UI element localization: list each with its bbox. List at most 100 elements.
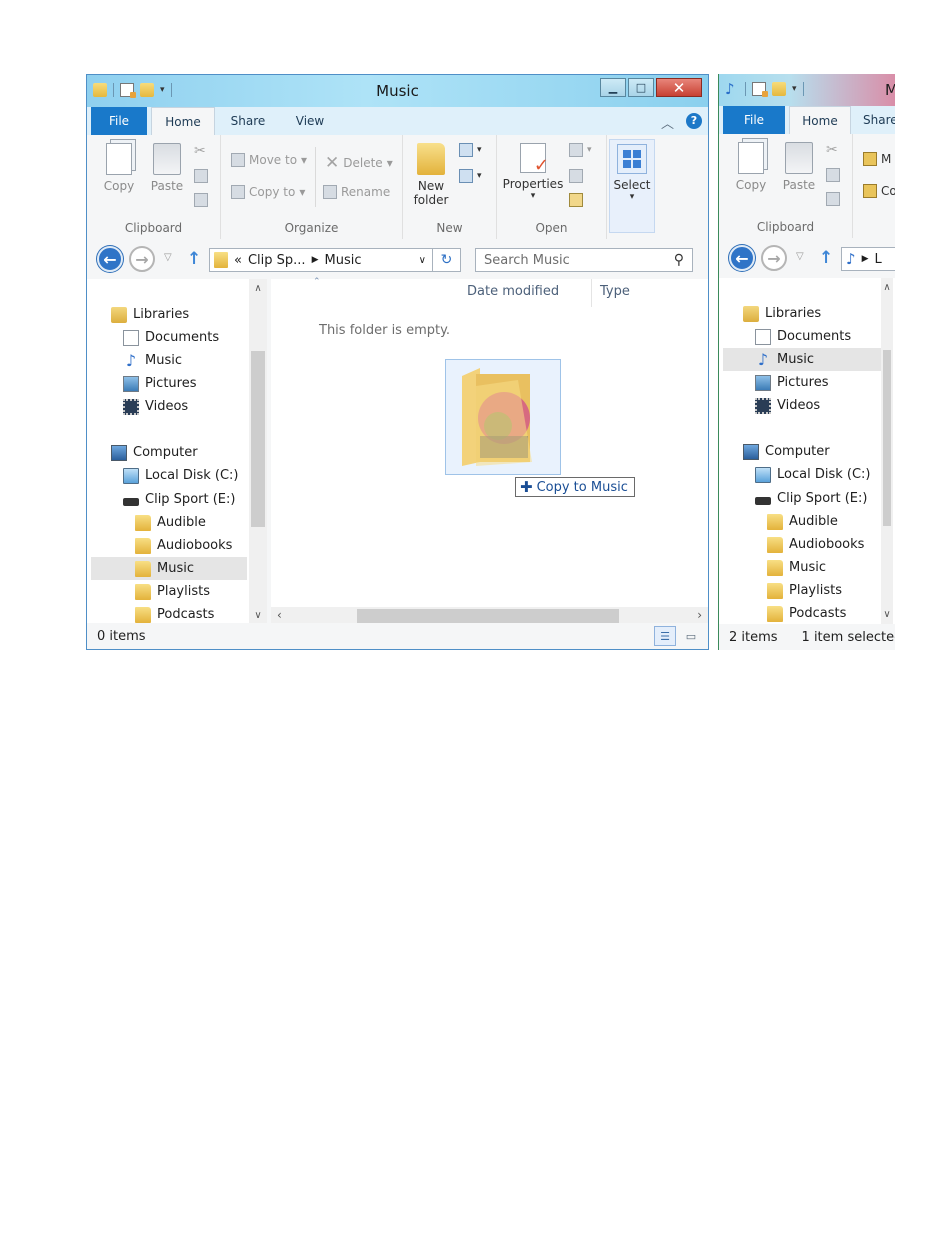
nav-item-clip-sport[interactable]: Clip Sport (E:): [755, 487, 867, 510]
new-folder-icon[interactable]: [772, 82, 786, 96]
details-view-button[interactable]: ☰: [654, 626, 676, 646]
address-bar[interactable]: ♪ ▶ L: [841, 247, 895, 271]
tab-share[interactable]: Share: [863, 106, 895, 134]
minimize-button[interactable]: ▁: [600, 78, 626, 97]
large-icons-view-button[interactable]: ▭: [680, 626, 702, 646]
customize-toolbar-dropdown-icon[interactable]: ▾: [792, 84, 797, 94]
nav-item-audible[interactable]: Audible: [767, 510, 838, 533]
select-button[interactable]: Select ▾: [609, 139, 655, 233]
open-button[interactable]: ▾: [569, 143, 592, 157]
properties-icon[interactable]: [752, 82, 768, 97]
tab-file[interactable]: File: [91, 107, 147, 135]
tab-home[interactable]: Home: [151, 107, 215, 135]
up-arrow-icon[interactable]: ↑: [187, 249, 201, 269]
tab-share[interactable]: Share: [223, 107, 273, 135]
scrollbar-thumb[interactable]: [883, 350, 891, 526]
nav-item-libraries[interactable]: Libraries: [111, 303, 189, 326]
scroll-up-icon[interactable]: ∧: [881, 282, 893, 293]
history-button[interactable]: [569, 193, 583, 207]
paste-shortcut-button[interactable]: [826, 192, 840, 206]
scroll-down-icon[interactable]: ∨: [249, 610, 267, 621]
tab-file[interactable]: File: [723, 106, 785, 134]
scroll-left-icon[interactable]: ‹: [277, 608, 282, 622]
move-to-button[interactable]: M: [863, 152, 891, 166]
breadcrumb-libraries[interactable]: L: [875, 252, 882, 267]
easy-access-button[interactable]: ▾: [459, 169, 482, 183]
rename-button[interactable]: Rename: [323, 185, 390, 199]
back-button[interactable]: ←: [729, 245, 755, 271]
column-header-type[interactable]: Type: [600, 284, 630, 299]
address-bar[interactable]: « Clip Sp... ▶ Music ∨: [209, 248, 433, 272]
nav-item-computer[interactable]: Computer: [111, 441, 198, 464]
forward-button[interactable]: →: [129, 246, 155, 272]
scroll-down-icon[interactable]: ∨: [881, 609, 893, 620]
address-dropdown-icon[interactable]: ∨: [419, 255, 426, 266]
nav-item-playlists[interactable]: Playlists: [135, 580, 210, 603]
cut-button[interactable]: ✂: [194, 143, 206, 159]
copy-path-button[interactable]: [826, 168, 840, 182]
nav-item-documents[interactable]: Documents: [123, 326, 219, 349]
copy-to-button[interactable]: Copy to ▾: [231, 185, 305, 199]
nav-item-computer[interactable]: Computer: [743, 440, 830, 463]
copy-path-button[interactable]: [194, 169, 208, 183]
scrollbar-thumb[interactable]: [251, 351, 265, 527]
copy-button[interactable]: Copy: [733, 142, 769, 192]
close-button[interactable]: ✕: [656, 78, 702, 97]
nav-item-pictures[interactable]: Pictures: [123, 372, 196, 395]
move-to-button[interactable]: Move to ▾: [231, 153, 307, 167]
nav-scrollbar[interactable]: ∧ ∨: [249, 279, 267, 625]
nav-item-podcasts[interactable]: Podcasts: [767, 602, 846, 625]
column-divider[interactable]: [591, 279, 592, 307]
tab-home[interactable]: Home: [789, 106, 851, 134]
breadcrumb-clip-sport[interactable]: Clip Sp...: [248, 253, 306, 268]
paste-button[interactable]: Paste: [779, 142, 819, 192]
new-folder-button[interactable]: New folder: [409, 143, 453, 207]
paste-shortcut-button[interactable]: [194, 193, 208, 207]
nav-item-playlists[interactable]: Playlists: [767, 579, 842, 602]
file-list[interactable]: ⌃ Date modified Type This folder is empt…: [271, 277, 708, 625]
nav-item-audiobooks[interactable]: Audiobooks: [135, 534, 232, 557]
forward-button[interactable]: →: [761, 245, 787, 271]
recent-locations-icon[interactable]: ▽: [796, 251, 804, 262]
nav-item-videos[interactable]: Videos: [755, 394, 820, 417]
paste-button[interactable]: Paste: [147, 143, 187, 193]
search-input[interactable]: Search Music ⚲: [475, 248, 693, 272]
cut-button[interactable]: ✂: [826, 142, 838, 158]
nav-item-documents[interactable]: Documents: [755, 325, 851, 348]
nav-item-music-folder[interactable]: Music: [91, 557, 247, 580]
copy-button[interactable]: Copy: [101, 143, 137, 193]
nav-item-videos[interactable]: Videos: [123, 395, 188, 418]
nav-item-audiobooks[interactable]: Audiobooks: [767, 533, 864, 556]
help-icon[interactable]: ?: [686, 113, 702, 129]
nav-item-local-disk[interactable]: Local Disk (C:): [123, 464, 238, 487]
scroll-up-icon[interactable]: ∧: [249, 283, 267, 294]
up-arrow-icon[interactable]: ↑: [819, 248, 833, 268]
nav-item-audible[interactable]: Audible: [135, 511, 206, 534]
scrollbar-thumb[interactable]: [357, 609, 619, 623]
back-button[interactable]: ←: [97, 246, 123, 272]
breadcrumb-separator-icon[interactable]: ▶: [312, 255, 319, 265]
title-bar[interactable]: ▾ Music ▁ □ ✕: [87, 75, 708, 107]
nav-item-libraries[interactable]: Libraries: [743, 302, 821, 325]
column-header-date-modified[interactable]: Date modified: [467, 284, 559, 299]
maximize-button[interactable]: □: [628, 78, 654, 97]
edit-button[interactable]: [569, 169, 583, 183]
nav-item-local-disk[interactable]: Local Disk (C:): [755, 463, 870, 486]
nav-scrollbar[interactable]: ∧ ∨: [881, 278, 893, 624]
tab-view[interactable]: View: [285, 107, 335, 135]
new-item-button[interactable]: ▾: [459, 143, 482, 157]
nav-item-pictures[interactable]: Pictures: [755, 371, 828, 394]
nav-item-music-folder[interactable]: Music: [767, 556, 826, 579]
breadcrumb-overflow[interactable]: «: [234, 253, 242, 268]
nav-item-music[interactable]: ♪ Music: [123, 349, 182, 372]
breadcrumb-music[interactable]: Music: [324, 253, 361, 268]
refresh-button[interactable]: ↻: [433, 248, 461, 272]
breadcrumb-separator-icon[interactable]: ▶: [862, 254, 869, 264]
copy-to-button[interactable]: Co: [863, 184, 895, 198]
delete-button[interactable]: ✕ Delete ▾: [325, 153, 393, 173]
nav-item-clip-sport[interactable]: Clip Sport (E:): [123, 488, 235, 511]
search-icon[interactable]: ⚲: [674, 252, 684, 268]
minimize-ribbon-icon[interactable]: ︿: [661, 113, 674, 132]
title-bar[interactable]: ♪ ▾ M: [719, 74, 895, 106]
nav-item-music[interactable]: ♪ Music: [723, 348, 881, 371]
